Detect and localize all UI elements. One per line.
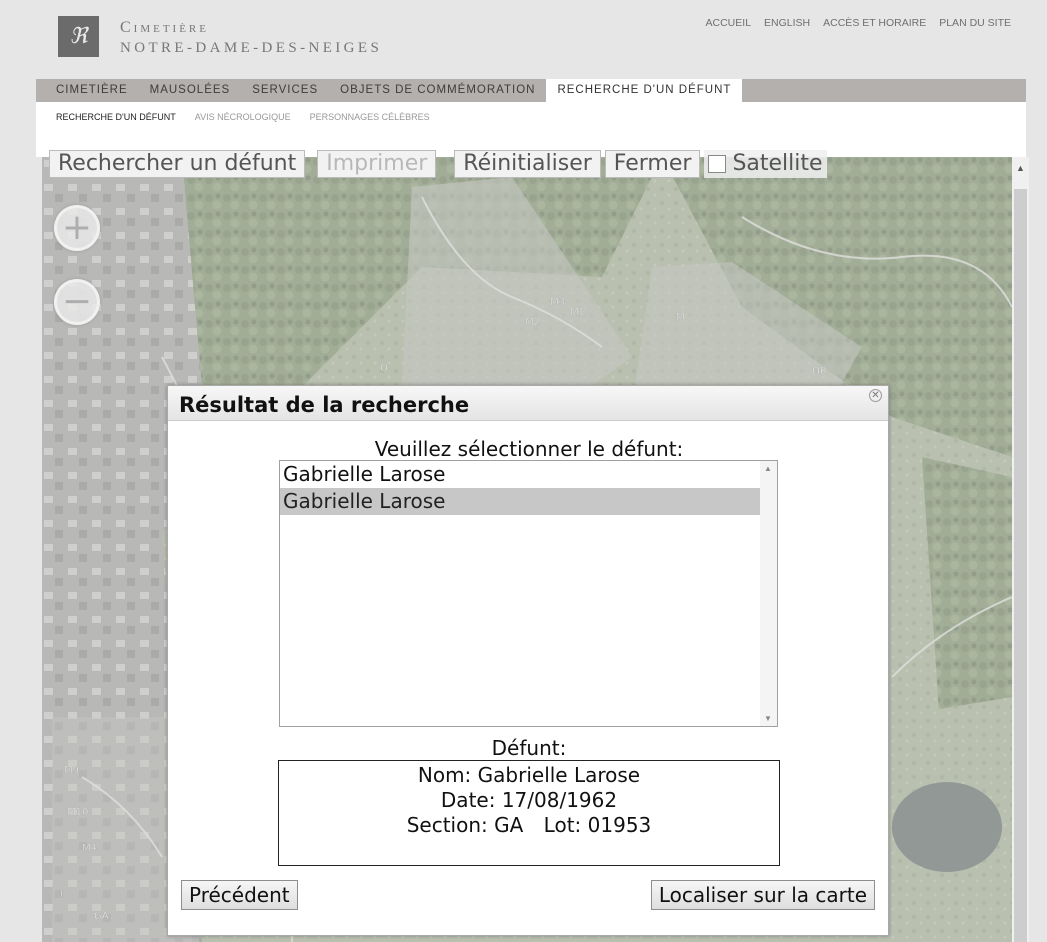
subnav-personnages-celebres[interactable]: PERSONNAGES CÉLÈBRES xyxy=(310,112,430,122)
main-navigation: CIMETIÈRE MAUSOLÉES SERVICES OBJETS DE C… xyxy=(36,79,1026,102)
subnav-background xyxy=(36,102,1026,157)
defunt-heading: Défunt: xyxy=(491,736,567,760)
topnav-accueil[interactable]: ACCUEIL xyxy=(706,17,752,29)
satellite-label: Satellite xyxy=(732,151,823,176)
topnav-acces-horaire[interactable]: ACCÈS ET HORAIRE xyxy=(823,17,926,29)
subnav-avis-necrologique[interactable]: AVIS NÉCROLOGIQUE xyxy=(195,112,291,122)
topnav-english[interactable]: ENGLISH xyxy=(764,17,810,29)
subnav-recherche-defunt[interactable]: RECHERCHE D'UN DÉFUNT xyxy=(56,112,176,122)
reset-button[interactable]: Réinitialiser xyxy=(454,150,601,178)
date-value: 17/08/1962 xyxy=(501,788,618,812)
detail-section-row: Section: GA Lot: 01953 xyxy=(279,813,779,838)
locate-on-map-button[interactable]: Localiser sur la carte xyxy=(650,880,875,910)
sub-navigation: RECHERCHE D'UN DÉFUNT AVIS NÉCROLOGIQUE … xyxy=(56,112,430,122)
lot-label: Lot: xyxy=(543,813,582,837)
select-prompt: Veuillez sélectionner le défunt: xyxy=(374,437,684,461)
brand-line-2: NOTRE-DAME-DES-NEIGES xyxy=(120,40,383,56)
satellite-checkbox[interactable] xyxy=(708,155,727,173)
scrollbar-thumb[interactable] xyxy=(1014,189,1027,942)
detail-nom-row: Nom: Gabrielle Larose xyxy=(279,763,779,788)
result-option-selected[interactable]: Gabrielle Larose xyxy=(280,488,761,515)
top-navigation: ACCUEIL ENGLISH ACCÈS ET HORAIRE PLAN DU… xyxy=(706,17,1011,29)
nav-mausolees[interactable]: MAUSOLÉES xyxy=(139,79,242,102)
date-label: Date: xyxy=(440,788,496,812)
scroll-down-icon[interactable]: ▼ xyxy=(764,714,772,723)
brand-title[interactable]: Cimetière NOTRE-DAME-DES-NEIGES xyxy=(120,18,382,58)
search-defunt-button[interactable]: Rechercher un défunt xyxy=(49,150,306,178)
scroll-up-icon[interactable]: ▲ xyxy=(764,464,772,473)
site-header: ℜ Cimetière NOTRE-DAME-DES-NEIGES ACCUEI… xyxy=(0,0,1047,79)
nav-services[interactable]: SERVICES xyxy=(241,79,329,102)
previous-button[interactable]: Précédent xyxy=(181,880,298,910)
logo-glyph: ℜ xyxy=(69,24,88,49)
map-toolbar: Rechercher un défunt Imprimer Réinitiali… xyxy=(42,150,827,178)
close-icon[interactable]: ✕ xyxy=(869,389,882,402)
brand-line-1: Cimetière xyxy=(120,19,209,36)
nav-recherche-defunt[interactable]: RECHERCHE D'UN DÉFUNT xyxy=(546,79,743,102)
nom-label: Nom: xyxy=(417,763,472,787)
cemetery-logo[interactable]: ℜ xyxy=(58,16,99,57)
search-result-dialog: Résultat de la recherche ✕ Veuillez séle… xyxy=(167,385,889,936)
dialog-title: Résultat de la recherche xyxy=(179,393,470,417)
section-value: GA xyxy=(494,813,524,837)
close-map-button[interactable]: Fermer xyxy=(604,150,701,178)
nav-cimetiere[interactable]: CIMETIÈRE xyxy=(36,79,139,102)
page-scrollbar[interactable]: ▲ xyxy=(1012,157,1029,942)
listbox-scrollbar[interactable]: ▲ ▼ xyxy=(760,461,777,726)
satellite-toggle[interactable]: Satellite xyxy=(704,150,827,178)
section-label: Section: xyxy=(406,813,488,837)
print-button[interactable]: Imprimer xyxy=(317,150,437,178)
topnav-plan-du-site[interactable]: PLAN DU SITE xyxy=(939,17,1011,29)
detail-date-row: Date: 17/08/1962 xyxy=(279,788,779,813)
defunt-details: Nom: Gabrielle Larose Date: 17/08/1962 S… xyxy=(278,760,780,866)
lot-value: 01953 xyxy=(587,813,652,837)
result-option[interactable]: Gabrielle Larose xyxy=(280,461,761,488)
nav-objets-commemoration[interactable]: OBJETS DE COMMÉMORATION xyxy=(329,79,546,102)
scroll-up-icon[interactable]: ▲ xyxy=(1016,163,1025,173)
dialog-titlebar[interactable]: Résultat de la recherche ✕ xyxy=(168,386,888,421)
nom-value: Gabrielle Larose xyxy=(477,763,641,787)
results-listbox[interactable]: Gabrielle Larose Gabrielle Larose ▲ ▼ xyxy=(279,460,778,727)
